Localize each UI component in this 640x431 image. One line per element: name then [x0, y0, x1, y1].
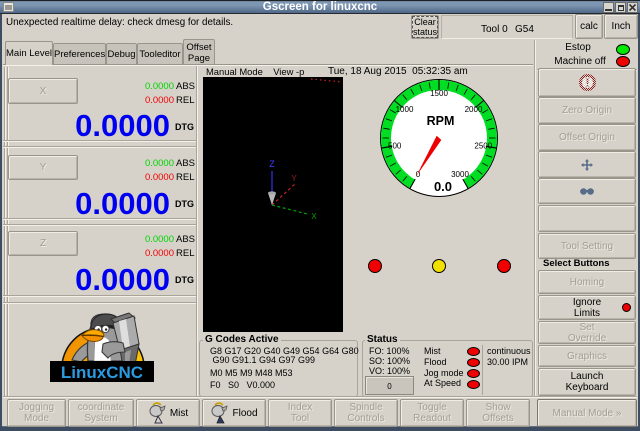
- svg-text:2500: 2500: [474, 142, 492, 151]
- svg-text:Y: Y: [291, 174, 297, 183]
- svg-text:Z: Z: [269, 159, 275, 169]
- svg-text:1500: 1500: [430, 89, 448, 98]
- svg-text:X: X: [311, 212, 317, 221]
- svg-text:3000: 3000: [451, 170, 469, 179]
- svg-text:2000: 2000: [465, 105, 483, 114]
- svg-text:1000: 1000: [396, 105, 414, 114]
- svg-text:LinuxCNC: LinuxCNC: [61, 363, 143, 382]
- svg-text:RPM: RPM: [427, 114, 455, 128]
- svg-text:0.0: 0.0: [434, 179, 452, 194]
- svg-text:500: 500: [388, 142, 402, 151]
- svg-text:0: 0: [416, 170, 421, 179]
